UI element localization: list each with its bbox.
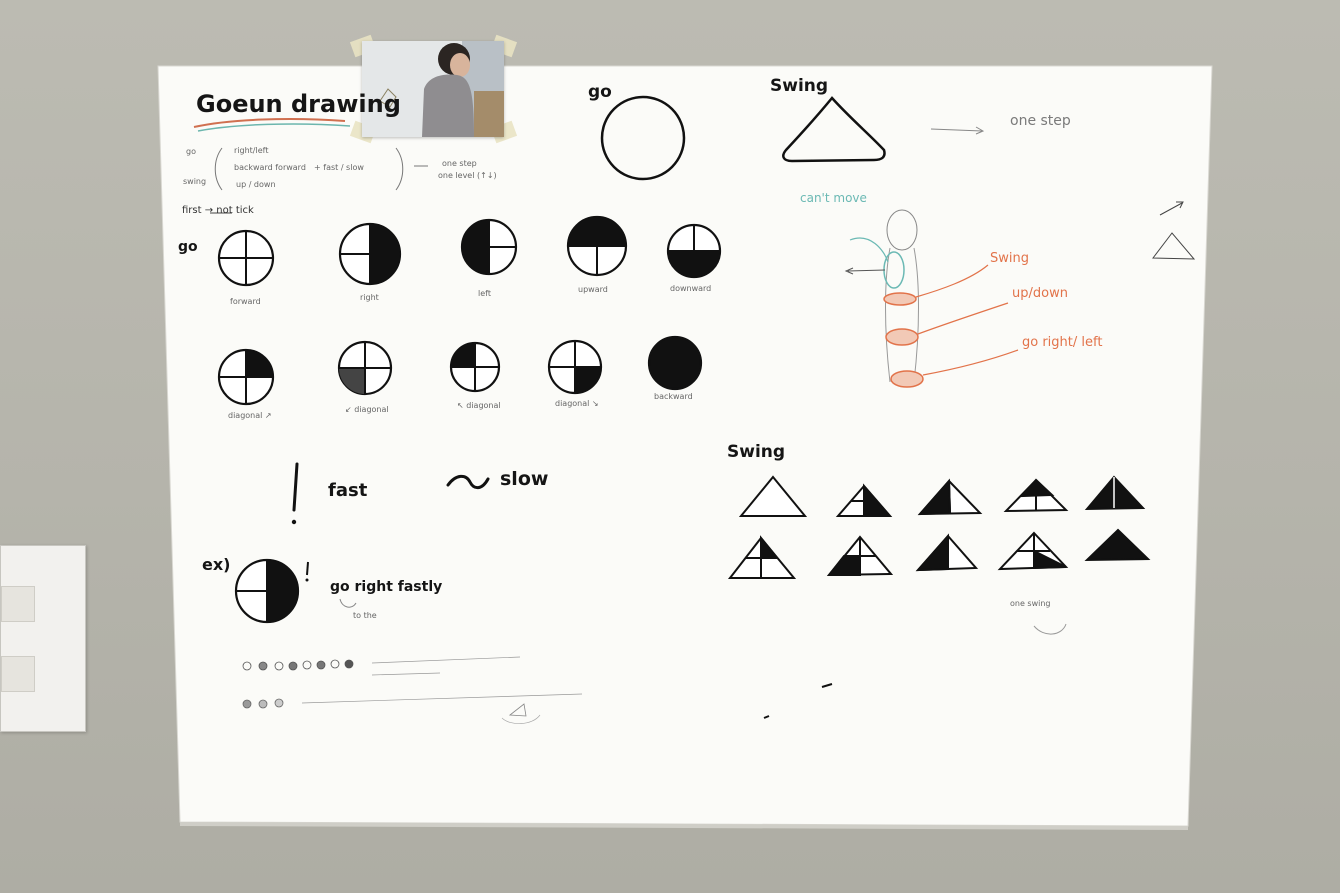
figure-go-right-left-label: go right/ left	[1022, 335, 1103, 350]
board-title: Goeun drawing	[196, 90, 401, 118]
go-backward-icon	[647, 335, 703, 391]
go-diagonal-down-left-icon	[337, 340, 393, 396]
legend-option-3: up / down	[236, 180, 276, 189]
go-right-icon	[338, 222, 402, 286]
swing-section-title: Swing	[727, 442, 786, 462]
legend-plus: + fast / slow	[314, 163, 364, 172]
go-label-diag-1: diagonal ↗	[228, 411, 272, 420]
legend-result-2: one level (↑↓)	[438, 171, 497, 180]
go-label-downward: downward	[670, 284, 712, 293]
legend-option-2: backward forward	[234, 163, 306, 172]
go-diagonal-up-left-icon	[449, 341, 501, 393]
go-diagonal-up-right-icon	[217, 348, 275, 406]
one-swing-caption: one swing	[1010, 599, 1051, 608]
example-go-right-icon	[234, 558, 300, 624]
go-heading: go	[588, 82, 612, 102]
legend-go: go	[186, 147, 196, 156]
go-downward-icon	[666, 223, 722, 279]
go-forward-icon	[217, 229, 275, 287]
legend-swing: swing	[183, 177, 207, 186]
go-label-right: right	[360, 293, 379, 302]
go-left-icon	[460, 218, 518, 276]
mini-symbols-row	[242, 698, 284, 709]
swing-heading: Swing	[770, 76, 829, 96]
go-label-upward: upward	[578, 285, 608, 294]
go-diagonal-down-right-icon	[547, 339, 603, 395]
figure-swing-label: Swing	[990, 251, 1029, 266]
go-label-diag-4: diagonal ↘	[555, 399, 599, 408]
fast-label: fast	[328, 480, 368, 501]
switch-button-top	[1, 586, 35, 622]
legend-option-1: right/left	[234, 146, 269, 155]
whiteboard	[157, 65, 1213, 827]
go-label-diag-3: ↖ diagonal	[457, 401, 501, 410]
switch-button-bottom	[1, 656, 35, 692]
light-switch-plate	[0, 545, 86, 732]
go-label-forward: forward	[230, 297, 261, 306]
figure-up-down-label: up/down	[1012, 286, 1068, 301]
go-label-backward: backward	[654, 392, 693, 401]
go-upward-icon	[566, 215, 628, 277]
cant-move-label: can't move	[800, 191, 867, 205]
go-label-left: left	[478, 289, 491, 298]
one-step-label: one step	[1010, 113, 1071, 129]
whiteboard-scene	[157, 34, 1213, 830]
example-label: ex)	[202, 555, 231, 574]
person-photo-image	[362, 41, 504, 137]
example-text: go right fastly	[330, 579, 443, 595]
example-sub: to the	[353, 611, 377, 620]
slow-label: slow	[500, 468, 549, 490]
go-label-diag-2: ↙ diagonal	[345, 405, 389, 414]
taped-photo	[362, 41, 504, 137]
legend-result-1: one step	[442, 159, 477, 168]
first-note: first → not tick	[182, 205, 254, 216]
go-row-label: go	[178, 239, 198, 255]
